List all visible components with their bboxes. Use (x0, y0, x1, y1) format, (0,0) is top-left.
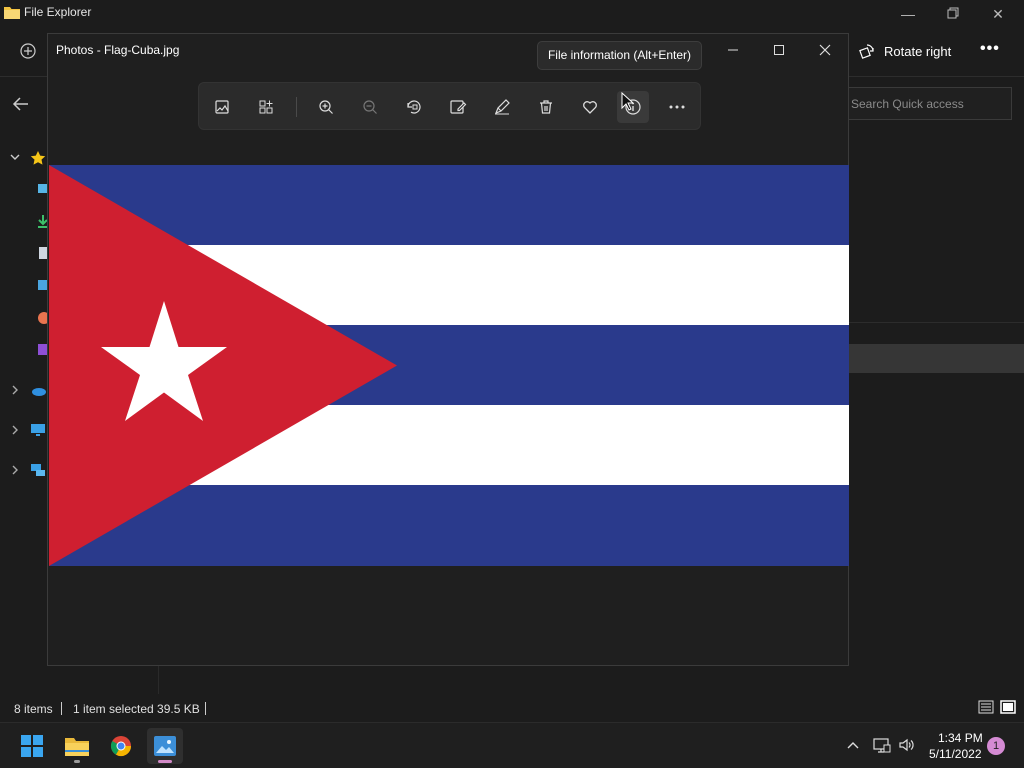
this-pc-icon[interactable] (30, 422, 46, 438)
rotate-right-button[interactable]: Rotate right (858, 38, 958, 64)
flag-stripe-blue (49, 165, 849, 245)
notification-badge[interactable]: 1 (987, 737, 1005, 755)
draw-icon[interactable] (486, 91, 518, 123)
details-view-icon[interactable] (978, 700, 994, 714)
delete-icon[interactable] (530, 91, 562, 123)
star-icon[interactable] (30, 150, 46, 166)
view-image-icon[interactable] (206, 91, 238, 123)
item-count: 8 items (14, 702, 53, 716)
new-icon[interactable] (14, 40, 44, 62)
chrome-icon[interactable] (103, 728, 139, 764)
clock-date[interactable]: 5/11/2022 (929, 747, 982, 761)
divider (296, 97, 297, 117)
file-explorer-titlebar: File Explorer — ✕ (0, 0, 1024, 30)
close-button[interactable] (810, 40, 840, 60)
file-explorer-icon[interactable] (59, 728, 95, 764)
chevron-right-icon[interactable] (10, 465, 20, 475)
divider (205, 702, 206, 715)
running-indicator (74, 760, 80, 763)
collection-icon[interactable] (250, 91, 282, 123)
start-icon[interactable] (14, 728, 50, 764)
minimize-button[interactable] (718, 40, 748, 60)
search-input[interactable]: Search Quick access (846, 87, 1012, 120)
taskbar: 1:34 PM 5/11/2022 1 (0, 722, 1024, 768)
flag-image (49, 165, 849, 566)
rotate-right-icon (858, 42, 876, 60)
more-icon[interactable] (661, 91, 693, 123)
selection-info: 1 item selected 39.5 KB (73, 702, 200, 716)
back-arrow-icon[interactable] (10, 93, 32, 115)
photos-window-title: Photos - Flag-Cuba.jpg (56, 43, 180, 57)
minimize-button[interactable]: — (896, 4, 920, 24)
running-indicator (158, 760, 172, 763)
chevron-up-icon[interactable] (846, 738, 860, 752)
favorite-icon[interactable] (574, 91, 606, 123)
tooltip: File information (Alt+Enter) (537, 41, 702, 70)
selected-file-row[interactable] (848, 344, 1024, 373)
flag-stripe-blue (49, 485, 849, 566)
zoom-in-icon[interactable] (310, 91, 342, 123)
network-icon[interactable] (30, 462, 46, 478)
maximize-button[interactable] (764, 40, 794, 60)
see-more-button[interactable]: ••• (980, 40, 1004, 60)
window-title: File Explorer (24, 5, 92, 19)
network-icon[interactable] (873, 736, 891, 754)
divider (848, 322, 1024, 323)
divider (158, 665, 159, 695)
edit-image-icon[interactable] (442, 91, 474, 123)
mouse-cursor-icon (621, 92, 635, 112)
photos-icon[interactable] (147, 728, 183, 764)
photos-window: Photos - Flag-Cuba.jpg (47, 33, 849, 666)
volume-icon[interactable] (898, 736, 916, 754)
rotate-right-label: Rotate right (884, 43, 952, 59)
onedrive-icon[interactable] (30, 383, 46, 397)
status-bar: 8 items 1 item selected 39.5 KB (0, 694, 1024, 722)
zoom-out-icon[interactable] (354, 91, 386, 123)
chevron-right-icon[interactable] (10, 385, 20, 395)
close-button[interactable]: ✕ (986, 4, 1010, 24)
clock-time[interactable]: 1:34 PM (938, 731, 983, 745)
chevron-down-icon[interactable] (10, 152, 20, 162)
chevron-right-icon[interactable] (10, 425, 20, 435)
folder-icon (4, 5, 20, 19)
restore-button[interactable] (940, 4, 964, 24)
divider (61, 702, 62, 715)
large-icons-view-icon[interactable] (1000, 700, 1016, 714)
rotate-icon[interactable] (398, 91, 430, 123)
